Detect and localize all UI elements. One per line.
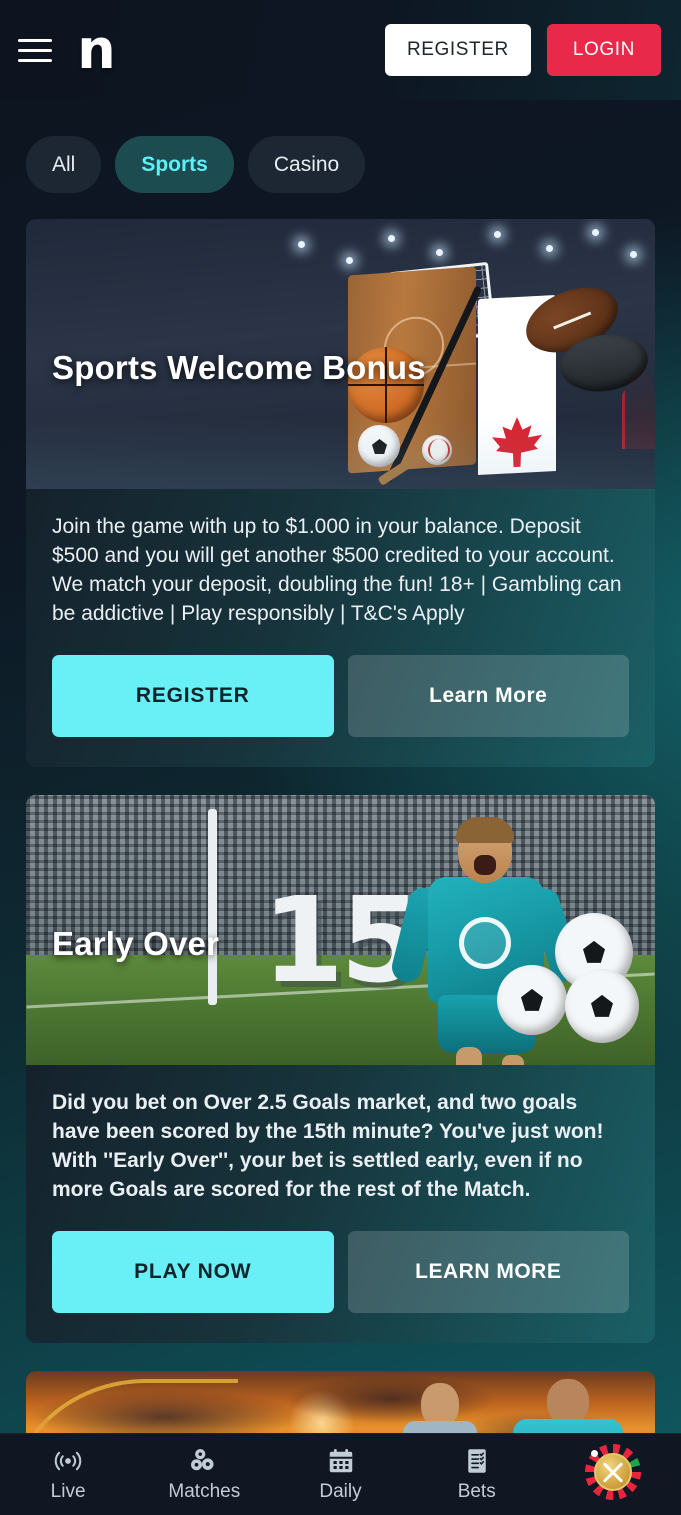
- soccer-ball-icon: [497, 964, 567, 1035]
- promo-card-sports-welcome-bonus[interactable]: Sports Welcome Bonus Join the game with …: [26, 219, 655, 767]
- register-button-promo[interactable]: REGISTER: [52, 654, 334, 737]
- promo-body-early-over: Did you bet on Over 2.5 Goals market, an…: [26, 1065, 655, 1343]
- app-header: n REGISTER LOGIN: [0, 0, 681, 100]
- promo-description: Did you bet on Over 2.5 Goals market, an…: [52, 1090, 604, 1201]
- login-button-header[interactable]: LOGIN: [546, 24, 661, 76]
- nav-label-bets: Bets: [457, 1481, 496, 1502]
- brand-logo[interactable]: n: [70, 23, 122, 77]
- filter-chip-casino[interactable]: Casino: [247, 136, 366, 193]
- roulette-wheel-icon: [584, 1444, 641, 1500]
- jersey-logo: [459, 916, 511, 969]
- burger-line: [18, 38, 52, 42]
- player-head: [547, 1378, 589, 1425]
- roulette-ball: [590, 1450, 598, 1457]
- nav-item-daily[interactable]: Daily: [272, 1446, 408, 1503]
- promo-hero-image-sports-bonus: Sports Welcome Bonus: [26, 219, 655, 489]
- soccer-ball-icon: [565, 968, 639, 1043]
- bet-slip-icon: [467, 1449, 486, 1473]
- play-now-button-promo[interactable]: PLAY NOW: [52, 1230, 334, 1313]
- nav-label-live: Live: [50, 1481, 86, 1502]
- learn-more-button-promo[interactable]: LEARN MORE: [347, 1230, 629, 1313]
- burger-line: [18, 58, 52, 62]
- hamburger-menu-icon[interactable]: [12, 27, 58, 73]
- promo-title: Early Over: [52, 924, 220, 962]
- promo-description: Join the game with up to $1.000 in your …: [52, 515, 622, 625]
- register-button-header[interactable]: REGISTER: [384, 24, 531, 76]
- promo-body-sports-bonus: Join the game with up to $1.000 in your …: [26, 489, 655, 767]
- promo-title: Sports Welcome Bonus: [52, 349, 426, 386]
- player-mouth: [474, 854, 496, 875]
- live-broadcast-icon: [54, 1451, 82, 1471]
- promo-hero-image-early-over: 15' Early Over: [26, 794, 655, 1065]
- player-legs: [456, 1046, 482, 1065]
- nav-item-bets[interactable]: Bets: [409, 1446, 545, 1503]
- nav-label-daily: Daily: [319, 1481, 362, 1502]
- learn-more-button-promo[interactable]: Learn More: [347, 654, 629, 737]
- calendar-icon: [329, 1449, 352, 1473]
- soccer-balls-icon: [191, 1449, 214, 1471]
- category-filter-bar: All Sports Casino: [0, 100, 681, 193]
- player-hair: [456, 816, 514, 843]
- burger-line: [18, 48, 52, 52]
- nav-item-casino[interactable]: [545, 1444, 681, 1505]
- filter-chip-all[interactable]: All: [26, 136, 102, 193]
- nav-label-matches: Matches: [168, 1481, 241, 1502]
- promo-card-early-over[interactable]: 15' Early Over Did you bet on Over: [26, 794, 655, 1343]
- nav-item-live[interactable]: Live: [0, 1446, 136, 1503]
- promo-actions: REGISTER Learn More: [52, 654, 629, 737]
- promo-actions: PLAY NOW LEARN MORE: [52, 1230, 629, 1313]
- bottom-navigation-bar: Live Matches Daily Bets: [0, 1433, 681, 1515]
- promo-list[interactable]: Sports Welcome Bonus Join the game with …: [0, 193, 681, 1471]
- filter-chip-sports[interactable]: Sports: [115, 136, 234, 193]
- logo-text: n: [77, 18, 115, 81]
- nav-item-matches[interactable]: Matches: [136, 1446, 272, 1503]
- roulette-hub: [593, 1453, 632, 1491]
